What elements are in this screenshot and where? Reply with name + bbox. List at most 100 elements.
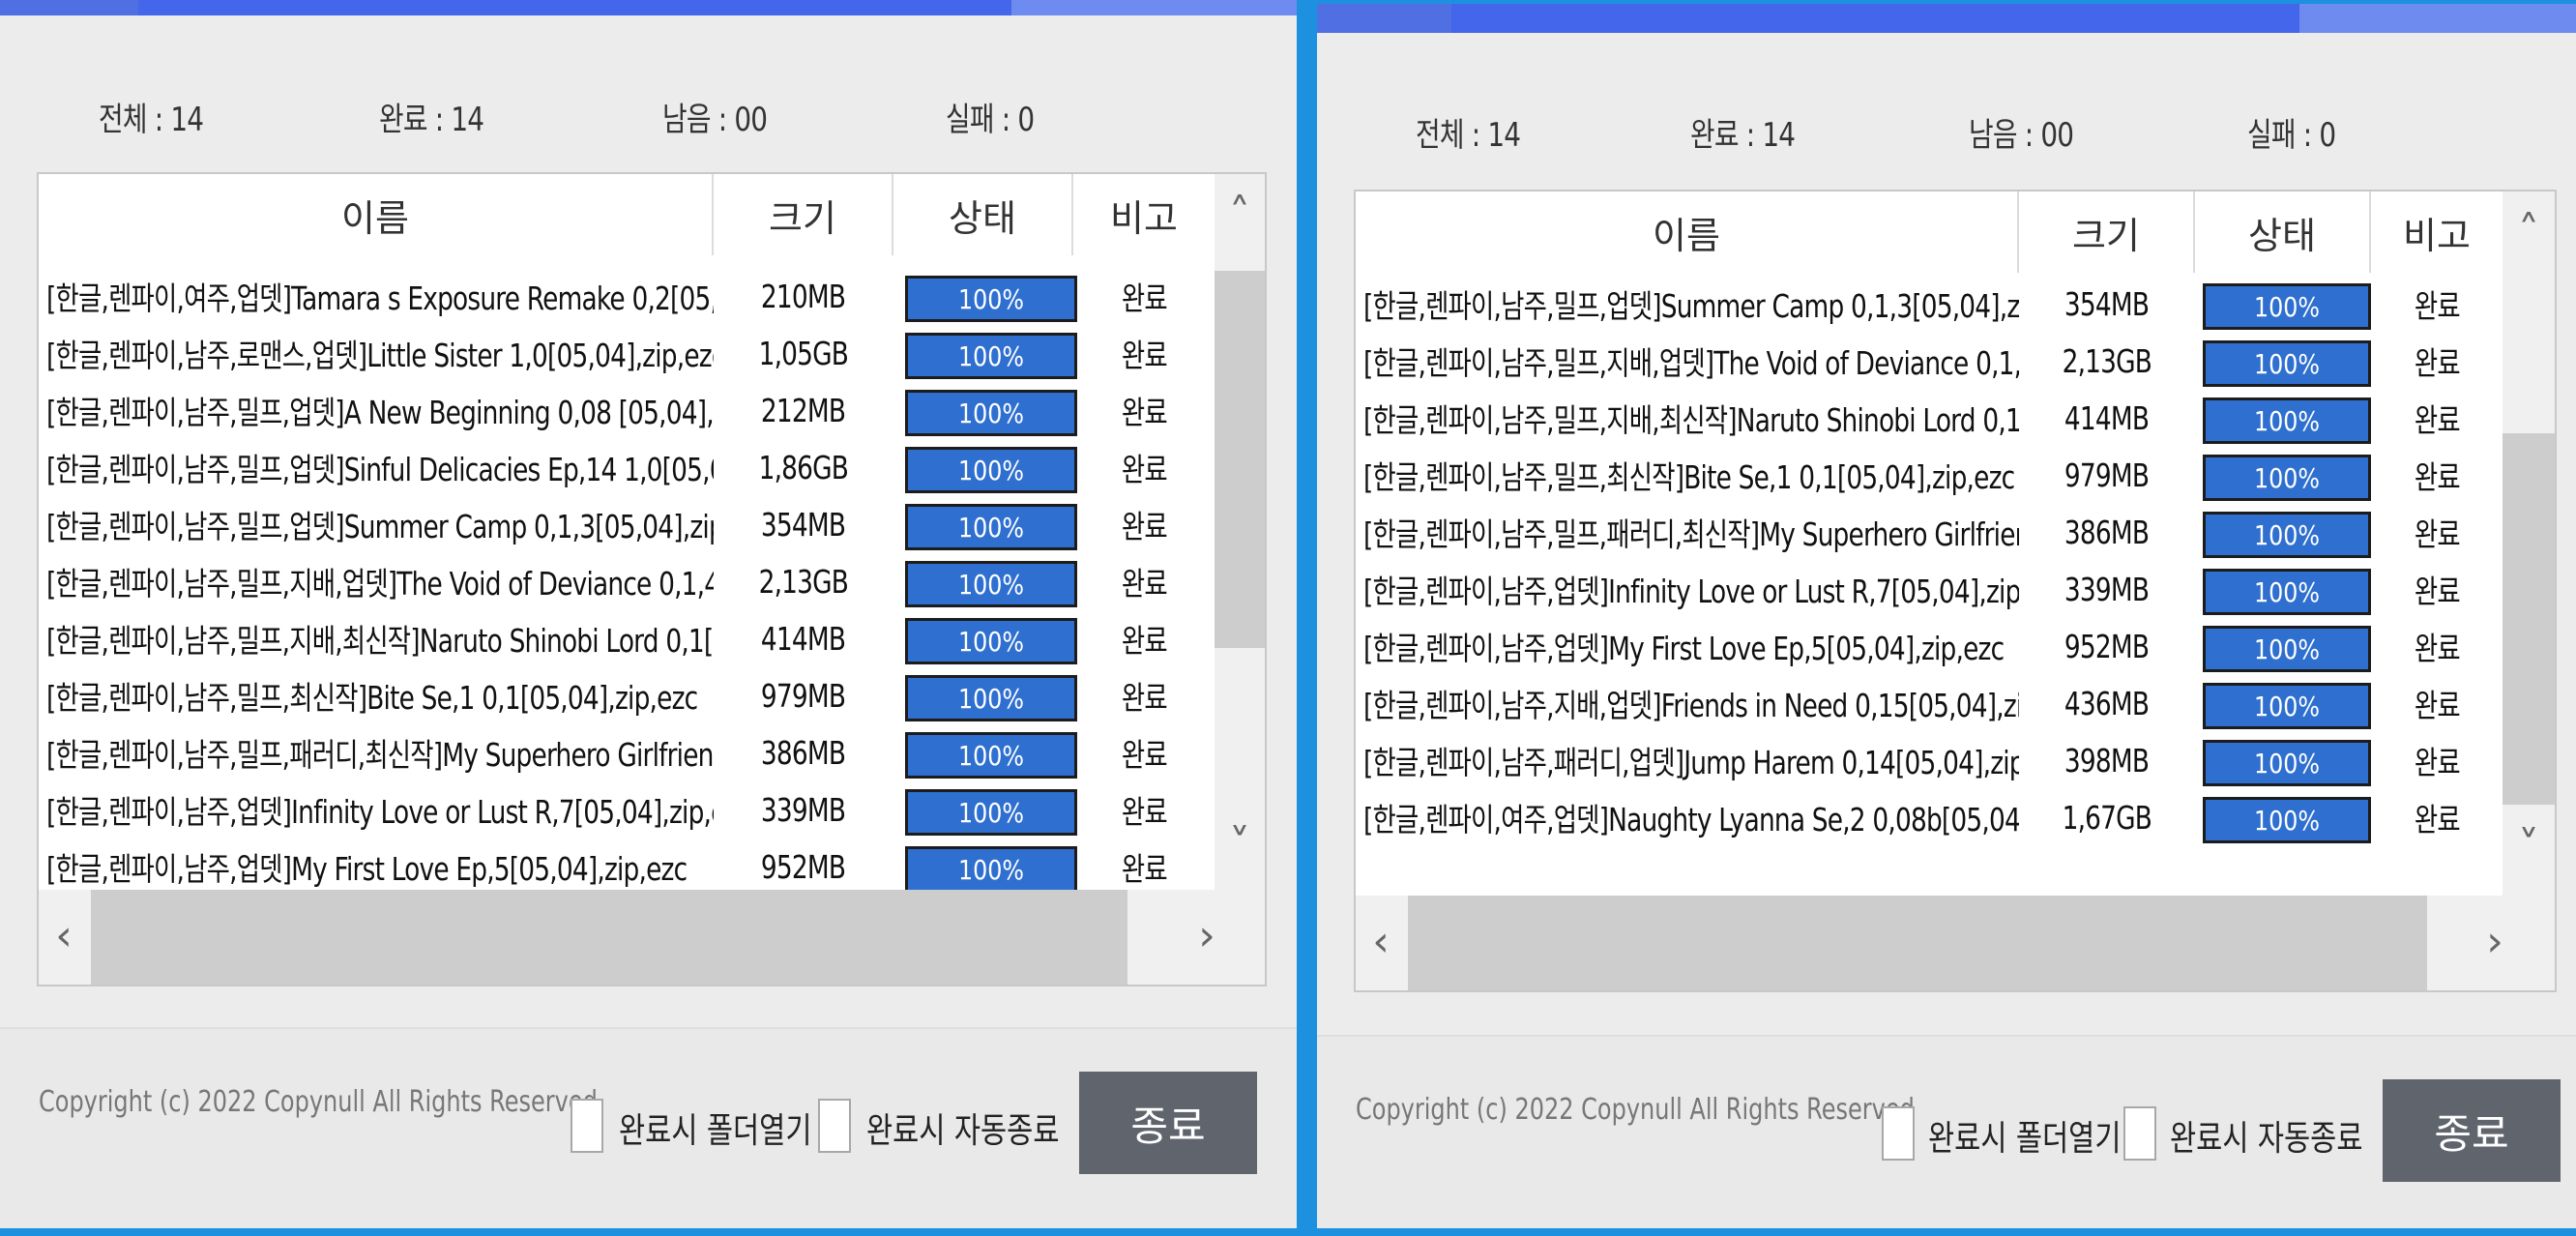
file-name: [한글,렌파이,남주,밀프,업뎃]A New Beginning 0,08 [0… bbox=[46, 394, 714, 431]
table-row[interactable]: [한글,렌파이,남주,밀프,지배,업뎃]The Void of Deviance… bbox=[1356, 332, 2503, 390]
progress-bar: 100% bbox=[905, 333, 1077, 379]
chevron-right-icon[interactable]: › bbox=[1187, 915, 1226, 957]
table-row[interactable]: [한글,렌파이,남주,밀프,패러디,최신작]My Superhero Girlf… bbox=[39, 723, 1215, 781]
table-row[interactable]: [한글,렌파이,남주,로맨스,업뎃]Little Sister 1,0[05,0… bbox=[39, 324, 1215, 382]
status-note: 완료 bbox=[1121, 337, 1167, 374]
column-header-status[interactable]: 상태 bbox=[893, 174, 1073, 255]
table-row[interactable]: [한글,렌파이,남주,밀프,업뎃]Summer Camp 0,1,3[05,04… bbox=[39, 495, 1215, 553]
file-name: [한글,렌파이,남주,지배,업뎃]Friends in Need 0,15[05… bbox=[1363, 687, 2019, 724]
chevron-right-icon[interactable]: › bbox=[2475, 921, 2514, 963]
table-row[interactable]: [한글,렌파이,남주,지배,업뎃]Friends in Need 0,15[05… bbox=[1356, 674, 2503, 732]
scrollbar-thumb[interactable] bbox=[2503, 433, 2555, 805]
table-row[interactable]: [한글,렌파이,여주,업뎃]Tamara s Exposure Remake 0… bbox=[39, 267, 1215, 325]
scrollbar-thumb[interactable] bbox=[91, 890, 1127, 985]
file-size: 354MB bbox=[761, 505, 846, 544]
status-note: 완료 bbox=[1121, 850, 1167, 888]
file-size-cell: 979MB bbox=[2019, 446, 2195, 504]
chevron-left-icon[interactable]: ‹ bbox=[1361, 921, 1400, 963]
file-size: 1,67GB bbox=[2062, 798, 2152, 837]
auto-exit-label[interactable]: 완료시 자동종료 bbox=[866, 1103, 1060, 1153]
status-note-cell: 완료 bbox=[1073, 723, 1215, 781]
table-row[interactable]: [한글,렌파이,남주,업뎃]Infinity Love or Lust R,7[… bbox=[39, 780, 1215, 839]
progress-label: 100% bbox=[2253, 518, 2321, 551]
table-row[interactable]: [한글,렌파이,남주,밀프,업뎃]Sinful Delicacies Ep,14… bbox=[39, 438, 1215, 496]
horizontal-scrollbar[interactable]: ‹ › bbox=[39, 890, 1265, 985]
column-header-name[interactable]: 이름 bbox=[1356, 191, 2019, 273]
table-row[interactable]: [한글,렌파이,남주,밀프,지배,최신작]Naruto Shinobi Lord… bbox=[39, 609, 1215, 667]
scrollbar-thumb[interactable] bbox=[1408, 896, 2427, 990]
column-header-note[interactable]: 비고 bbox=[1073, 174, 1215, 255]
chevron-up-icon[interactable]: ˄ bbox=[2503, 211, 2555, 253]
file-size-cell: 1,86GB bbox=[714, 438, 893, 496]
column-header-name[interactable]: 이름 bbox=[39, 174, 714, 255]
file-size-cell: 339MB bbox=[714, 780, 893, 839]
title-bar[interactable] bbox=[0, 0, 1297, 15]
table-row[interactable]: [한글,렌파이,남주,업뎃]My First Love Ep,5[05,04],… bbox=[39, 838, 1215, 890]
open-folder-checkbox[interactable] bbox=[571, 1099, 603, 1153]
vertical-scrollbar[interactable]: ˄ ˅ bbox=[1215, 174, 1265, 890]
table-row[interactable]: [한글,렌파이,남주,밀프,최신작]Bite Se,1 0,1[05,04],z… bbox=[1356, 446, 2503, 504]
file-size: 354MB bbox=[2064, 284, 2150, 323]
file-name: [한글,렌파이,남주,업뎃]My First Love Ep,5[05,04],… bbox=[1363, 630, 2005, 667]
file-list[interactable]: 이름 크기 상태 비고 [한글,렌파이,남주,밀프,업뎃]Summer Camp… bbox=[1354, 190, 2557, 992]
file-size-cell: 436MB bbox=[2019, 674, 2195, 732]
file-name-cell: [한글,렌파이,남주,밀프,업뎃]Sinful Delicacies Ep,14… bbox=[46, 438, 714, 496]
table-row[interactable]: [한글,렌파이,여주,업뎃]Naughty Lyanna Se,2 0,08b[… bbox=[1356, 788, 2503, 846]
chevron-up-icon[interactable]: ˄ bbox=[1215, 193, 1265, 236]
file-list[interactable]: 이름 크기 상태 비고 [한글,렌파이,여주,업뎃]Tamara s Expos… bbox=[37, 172, 1267, 986]
progress-label: 100% bbox=[2253, 804, 2321, 837]
open-folder-label[interactable]: 완료시 폴더열기 bbox=[1928, 1110, 2122, 1161]
stat-done: 완료 : 14 bbox=[379, 101, 484, 139]
column-header-note[interactable]: 비고 bbox=[2371, 191, 2503, 273]
table-row[interactable]: [한글,렌파이,남주,밀프,업뎃]A New Beginning 0,08 [0… bbox=[39, 381, 1215, 439]
file-name: [한글,렌파이,남주,밀프,패러디,최신작]My Superhero Girlf… bbox=[1363, 515, 2019, 553]
stat-remaining: 남음 : 00 bbox=[662, 101, 768, 139]
column-header-status[interactable]: 상태 bbox=[2195, 191, 2371, 273]
progress-label: 100% bbox=[957, 739, 1025, 772]
close-button[interactable]: 종료 bbox=[2383, 1079, 2561, 1182]
file-name-cell: [한글,렌파이,남주,로맨스,업뎃]Little Sister 1,0[05,0… bbox=[46, 324, 714, 382]
chevron-down-icon[interactable]: ˅ bbox=[1215, 824, 1265, 867]
chevron-left-icon[interactable]: ‹ bbox=[44, 915, 83, 957]
status-note-cell: 완료 bbox=[2371, 389, 2503, 447]
file-size: 212MB bbox=[761, 391, 846, 429]
open-folder-label[interactable]: 완료시 폴더열기 bbox=[619, 1103, 812, 1153]
open-folder-checkbox[interactable] bbox=[1882, 1106, 1915, 1161]
file-name: [한글,렌파이,남주,밀프,업뎃]Sinful Delicacies Ep,14… bbox=[46, 451, 714, 488]
auto-exit-checkbox[interactable] bbox=[818, 1099, 851, 1153]
table-row[interactable]: [한글,렌파이,남주,밀프,지배,업뎃]The Void of Deviance… bbox=[39, 552, 1215, 610]
table-row[interactable]: [한글,렌파이,남주,패러디,업뎃]Jump Harem 0,14[05,04]… bbox=[1356, 731, 2503, 789]
file-name: [한글,렌파이,여주,업뎃]Naughty Lyanna Se,2 0,08b[… bbox=[1363, 801, 2019, 839]
file-size: 952MB bbox=[2064, 627, 2150, 665]
progress-label: 100% bbox=[957, 282, 1025, 315]
status-note-cell: 완료 bbox=[1073, 267, 1215, 325]
progress-label: 100% bbox=[957, 796, 1025, 829]
status-note: 완료 bbox=[1121, 394, 1167, 431]
progress-bar: 100% bbox=[2203, 512, 2371, 558]
vertical-scrollbar[interactable]: ˄ ˅ bbox=[2503, 191, 2555, 896]
table-row[interactable]: [한글,렌파이,남주,밀프,업뎃]Summer Camp 0,1,3[05,04… bbox=[1356, 275, 2503, 333]
progress-label: 100% bbox=[957, 853, 1025, 886]
auto-exit-label[interactable]: 완료시 자동종료 bbox=[2170, 1110, 2363, 1161]
file-name: [한글,렌파이,남주,밀프,지배,업뎃]The Void of Deviance… bbox=[46, 565, 714, 603]
horizontal-scrollbar[interactable]: ‹ › bbox=[1356, 896, 2555, 990]
column-header-size[interactable]: 크기 bbox=[714, 174, 893, 255]
auto-exit-checkbox[interactable] bbox=[2123, 1106, 2156, 1161]
chevron-down-icon[interactable]: ˅ bbox=[2503, 826, 2555, 868]
status-note-cell: 완료 bbox=[2371, 446, 2503, 504]
title-bar[interactable] bbox=[1317, 0, 2576, 33]
progress-label: 100% bbox=[2253, 347, 2321, 380]
scrollbar-thumb[interactable] bbox=[1215, 271, 1265, 648]
close-button[interactable]: 종료 bbox=[1079, 1072, 1257, 1174]
progress-bar: 100% bbox=[905, 846, 1077, 890]
table-row[interactable]: [한글,렌파이,남주,밀프,패러디,최신작]My Superhero Girlf… bbox=[1356, 503, 2503, 561]
progress-bar: 100% bbox=[905, 618, 1077, 664]
status-note-cell: 완료 bbox=[1073, 838, 1215, 890]
column-header-size[interactable]: 크기 bbox=[2019, 191, 2195, 273]
file-name: [한글,렌파이,남주,패러디,업뎃]Jump Harem 0,14[05,04]… bbox=[1363, 744, 2019, 781]
table-row[interactable]: [한글,렌파이,남주,밀프,지배,최신작]Naruto Shinobi Lord… bbox=[1356, 389, 2503, 447]
table-row[interactable]: [한글,렌파이,남주,밀프,최신작]Bite Se,1 0,1[05,04],z… bbox=[39, 666, 1215, 724]
stat-done: 완료 : 14 bbox=[1690, 116, 1796, 155]
table-row[interactable]: [한글,렌파이,남주,업뎃]My First Love Ep,5[05,04],… bbox=[1356, 617, 2503, 675]
table-row[interactable]: [한글,렌파이,남주,업뎃]Infinity Love or Lust R,7[… bbox=[1356, 560, 2503, 618]
